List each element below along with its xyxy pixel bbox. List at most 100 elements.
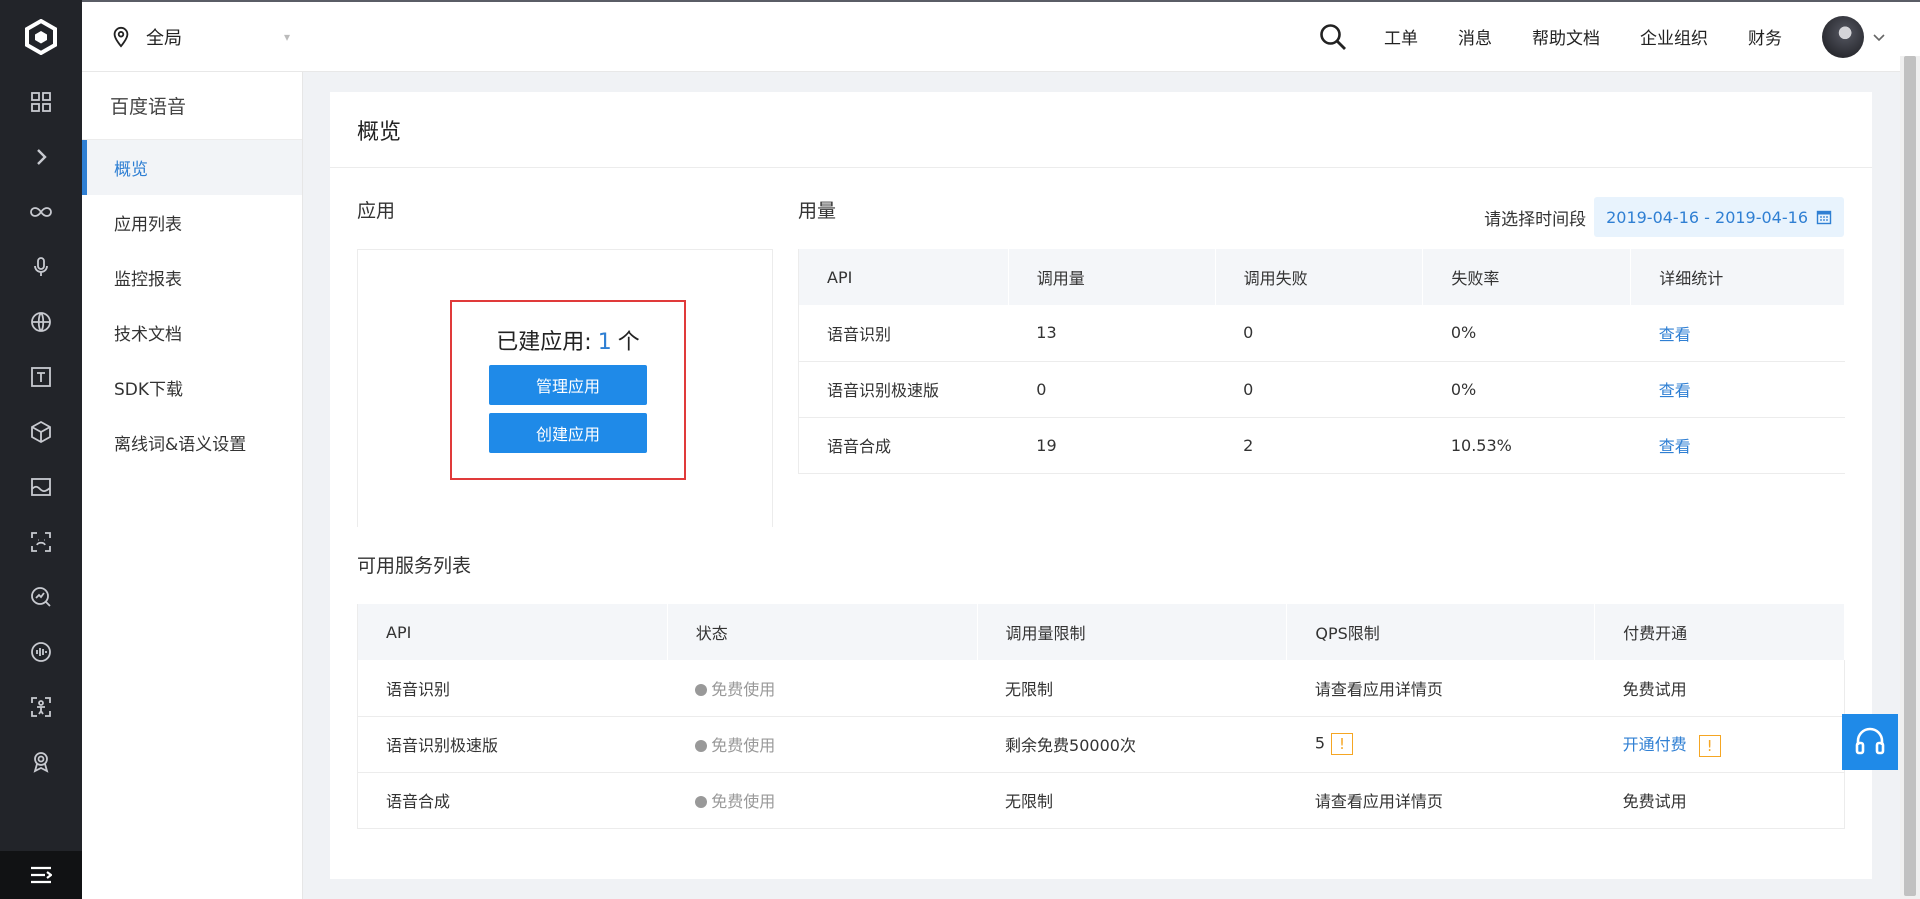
date-range-value: 2019-04-16 - 2019-04-16 xyxy=(1606,207,1808,227)
table-header-row: API 调用量 调用失败 失败率 详细统计 xyxy=(798,249,1845,305)
apps-count-value: 1 xyxy=(597,330,612,355)
image-icon[interactable] xyxy=(0,459,82,514)
warning-icon[interactable]: ! xyxy=(1331,733,1354,755)
text-icon[interactable] xyxy=(0,349,82,404)
table-row: 语音识别极速版 免费使用 剩余免费50000次 5! 开通付费! xyxy=(357,716,1845,773)
cell-qps: 请查看应用详情页 xyxy=(1286,660,1595,717)
apps-highlight-box: 已建应用: 1 个 管理应用 创建应用 xyxy=(450,300,686,480)
view-detail-link[interactable]: 查看 xyxy=(1630,305,1845,362)
sidebar-item-sdk-download[interactable]: SDK下载 xyxy=(82,360,302,415)
scrollbar-thumb[interactable] xyxy=(1904,56,1916,896)
globe-icon[interactable] xyxy=(0,294,82,349)
status-text: 免费使用 xyxy=(711,679,776,699)
cell-payment: 免费试用 xyxy=(1594,660,1845,717)
create-app-button[interactable]: 创建应用 xyxy=(489,413,647,453)
col-detail: 详细统计 xyxy=(1630,249,1845,305)
cell-api: 语音合成 xyxy=(798,417,1009,474)
date-range-row: 请选择时间段 2019-04-16 - 2019-04-16 xyxy=(1484,197,1844,237)
expand-icon[interactable] xyxy=(0,129,82,184)
col-qps-limit: QPS限制 xyxy=(1286,604,1596,660)
region-label: 全局 xyxy=(146,27,182,49)
dashboard-icon[interactable] xyxy=(0,74,82,129)
page-scrollbar[interactable] xyxy=(1900,56,1920,899)
sidebar-item-app-list[interactable]: 应用列表 xyxy=(82,195,302,250)
chevron-down-icon: ▾ xyxy=(283,29,290,44)
usage-section-title: 用量 xyxy=(798,200,837,222)
chevron-down-icon[interactable] xyxy=(1872,30,1886,44)
icon-rail xyxy=(0,0,82,899)
cell-fails: 0 xyxy=(1215,361,1423,418)
col-payment: 付费开通 xyxy=(1594,604,1845,660)
table-row: 语音识别 免费使用 无限制 请查看应用详情页 免费试用 xyxy=(357,660,1845,717)
main-panel: 概览 应用 已建应用: 1 个 管理应用 创建应用 用量 请选择时间段 2019-0… xyxy=(330,92,1872,879)
apps-count-unit: 个 xyxy=(617,330,640,355)
face-scan-icon[interactable] xyxy=(0,514,82,569)
cell-call-limit: 无限制 xyxy=(977,772,1287,829)
col-fail-rate: 失败率 xyxy=(1422,249,1632,305)
table-row: 语音识别 13 0 0% 查看 xyxy=(798,305,1845,362)
cell-call-limit: 无限制 xyxy=(977,660,1287,717)
status-text: 免费使用 xyxy=(711,736,776,755)
nav-help-docs[interactable]: 帮助文档 xyxy=(1532,24,1600,49)
body-scan-icon[interactable] xyxy=(0,679,82,734)
apps-count-label: 已建应用: xyxy=(496,330,592,355)
avatar[interactable] xyxy=(1822,15,1864,58)
warning-icon[interactable]: ! xyxy=(1698,734,1721,757)
cube-icon[interactable] xyxy=(0,404,82,459)
nav-tickets[interactable]: 工单 xyxy=(1384,24,1418,49)
microphone-icon[interactable] xyxy=(0,239,82,294)
cell-qps: 请查看应用详情页 xyxy=(1286,772,1595,829)
search-icon[interactable] xyxy=(1318,22,1348,52)
cell-api: 语音识别极速版 xyxy=(357,716,668,773)
logo-icon[interactable] xyxy=(0,0,82,74)
menu-toggle-icon[interactable] xyxy=(0,851,82,899)
sidebar-item-monitor-report[interactable]: 监控报表 xyxy=(82,250,302,305)
status-dot-icon xyxy=(695,796,708,808)
product-sidebar: 百度语音 概览 应用列表 监控报表 技术文档 SDK下载 离线词&语义设置 xyxy=(82,72,303,899)
status-text: 免费使用 xyxy=(711,792,776,811)
badge-icon[interactable] xyxy=(0,734,82,789)
sidebar-item-overview[interactable]: 概览 xyxy=(82,140,302,195)
col-api: API xyxy=(357,604,668,660)
infinity-icon[interactable] xyxy=(0,184,82,239)
services-table: API 状态 调用量限制 QPS限制 付费开通 语音识别 免费使用 无限制 请查… xyxy=(357,604,1845,829)
product-title: 百度语音 xyxy=(82,72,302,140)
cell-api: 语音识别 xyxy=(357,660,668,717)
qps-value: 5 xyxy=(1314,733,1326,753)
view-detail-link[interactable]: 查看 xyxy=(1630,417,1845,474)
status-dot-icon xyxy=(695,740,708,752)
nav-messages[interactable]: 消息 xyxy=(1458,24,1492,49)
nav-organization[interactable]: 企业组织 xyxy=(1640,24,1708,49)
col-calls: 调用量 xyxy=(1008,249,1216,305)
cell-qps: 5! xyxy=(1286,716,1595,773)
calendar-icon xyxy=(1816,210,1832,225)
sidebar-item-offline-words[interactable]: 离线词&语义设置 xyxy=(82,415,302,470)
col-fails: 调用失败 xyxy=(1215,249,1424,305)
location-pin-icon xyxy=(113,26,129,48)
cell-fails: 0 xyxy=(1215,305,1423,362)
chart-search-icon[interactable] xyxy=(0,569,82,624)
nav-finance[interactable]: 财务 xyxy=(1748,24,1782,49)
customer-service-button[interactable] xyxy=(1842,714,1898,770)
date-range-picker[interactable]: 2019-04-16 - 2019-04-16 xyxy=(1594,197,1844,237)
table-row: 语音合成 19 2 10.53% 查看 xyxy=(798,417,1845,474)
usage-table: API 调用量 调用失败 失败率 详细统计 语音识别 13 0 0% 查看 语音… xyxy=(798,249,1845,474)
enable-payment-link[interactable]: 开通付费 xyxy=(1623,735,1687,754)
status-badge: 免费使用 xyxy=(667,772,978,829)
cell-calls: 19 xyxy=(1008,417,1216,474)
region-selector[interactable]: 全局 ▾ xyxy=(110,24,290,50)
services-section-title: 可用服务列表 xyxy=(357,555,472,577)
sidebar-item-tech-docs[interactable]: 技术文档 xyxy=(82,305,302,360)
date-range-label: 请选择时间段 xyxy=(1484,209,1587,230)
cell-calls: 0 xyxy=(1008,361,1216,418)
apps-section-title: 应用 xyxy=(357,200,396,222)
status-badge: 免费使用 xyxy=(667,660,978,717)
audio-icon[interactable] xyxy=(0,624,82,679)
cell-payment: 免费试用 xyxy=(1594,772,1845,829)
view-detail-link[interactable]: 查看 xyxy=(1630,361,1845,418)
cell-rate: 0% xyxy=(1422,361,1631,418)
headset-icon xyxy=(1855,727,1885,755)
table-row: 语音识别极速版 0 0 0% 查看 xyxy=(798,361,1845,418)
manage-apps-button[interactable]: 管理应用 xyxy=(489,365,647,405)
cell-payment: 开通付费! xyxy=(1594,716,1845,773)
